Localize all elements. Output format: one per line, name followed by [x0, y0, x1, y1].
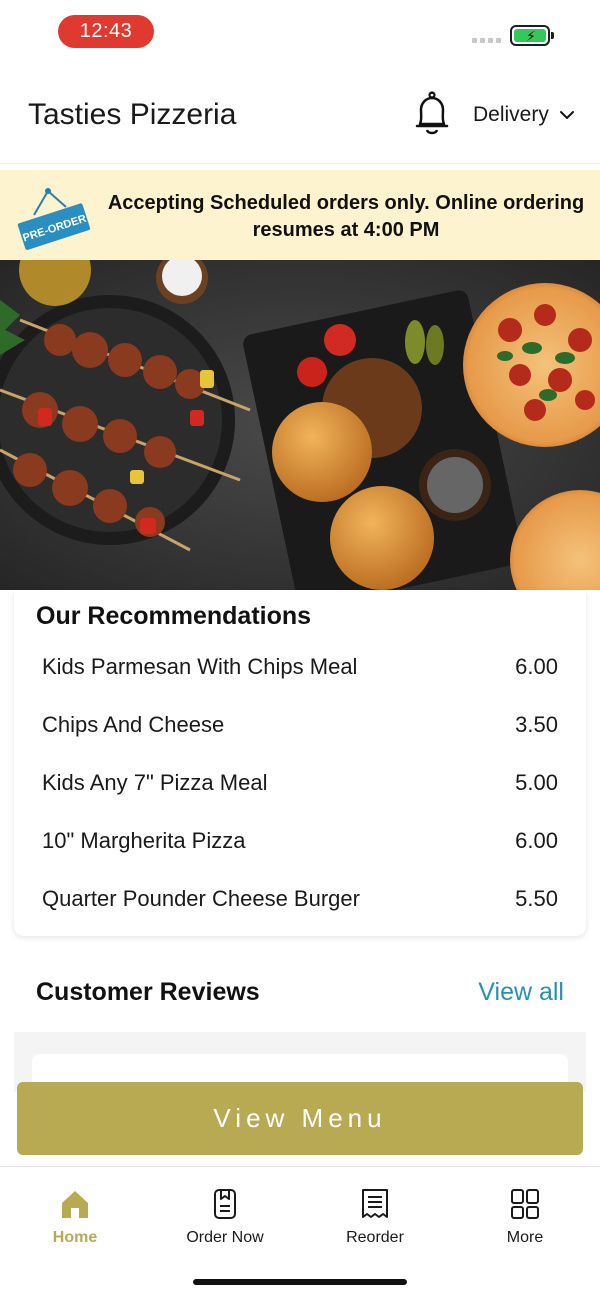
chevron-down-icon [559, 111, 574, 119]
item-name: Kids Parmesan With Chips Meal [42, 654, 358, 679]
tab-home[interactable]: Home [20, 1187, 130, 1247]
delivery-label: Delivery [473, 103, 549, 126]
banner-message: Accepting Scheduled orders only. Online … [107, 192, 585, 241]
delivery-selector[interactable]: Delivery [473, 103, 575, 127]
grid-icon [511, 1189, 539, 1219]
status-bar: 12:43 ⚡ [0, 0, 600, 64]
tab-reorder[interactable]: Reorder [320, 1187, 430, 1247]
item-price: 5.00 [515, 770, 558, 795]
home-icon [62, 1191, 88, 1218]
order-icon [214, 1189, 236, 1219]
app-header: Tasties Pizzeria Delivery [0, 64, 600, 164]
list-item[interactable]: Quarter Pounder Cheese Burger 5.50 [14, 870, 586, 928]
receipt-icon [362, 1189, 388, 1218]
bell-icon[interactable] [412, 90, 452, 140]
preorder-sign-icon: PRE-ORDER [17, 188, 91, 250]
item-price: 5.50 [515, 886, 558, 911]
tab-label: More [506, 1229, 544, 1246]
item-name: 10" Margherita Pizza [42, 828, 246, 853]
status-time: 12:43 [58, 15, 154, 48]
tab-label: Home [52, 1229, 98, 1246]
tab-label: Order Now [186, 1229, 264, 1246]
list-item[interactable]: 10" Margherita Pizza 6.00 [14, 812, 586, 870]
item-price: 6.00 [515, 654, 558, 679]
view-menu-button[interactable]: View Menu [17, 1082, 583, 1155]
customer-reviews-header: Customer Reviews View all [14, 952, 586, 1032]
tab-label: Reorder [346, 1229, 404, 1246]
list-item[interactable]: Kids Any 7" Pizza Meal 5.00 [14, 754, 586, 812]
signal-icon [472, 38, 501, 43]
list-item[interactable]: Chips And Cheese 3.50 [14, 696, 586, 754]
item-name: Quarter Pounder Cheese Burger [42, 886, 360, 911]
schedule-banner: PRE-ORDER Accepting Scheduled orders onl… [0, 170, 600, 260]
item-name: Kids Any 7" Pizza Meal [42, 770, 268, 795]
hero-food-image [0, 260, 600, 590]
reviews-title: Customer Reviews [36, 978, 260, 1006]
home-indicator [193, 1279, 407, 1285]
recommendations-title: Our Recommendations [36, 602, 312, 630]
item-price: 3.50 [515, 712, 558, 737]
recommendations-card: Our Recommendations Kids Parmesan With C… [14, 590, 586, 936]
battery-icon: ⚡ [510, 25, 554, 46]
item-price: 6.00 [515, 828, 558, 853]
view-all-link[interactable]: View all [478, 978, 564, 1007]
tab-more[interactable]: More [470, 1187, 580, 1247]
item-name: Chips And Cheese [42, 712, 225, 737]
list-item[interactable]: Kids Parmesan With Chips Meal 6.00 [14, 638, 586, 696]
recommendations-list: Kids Parmesan With Chips Meal 6.00 Chips… [14, 638, 586, 928]
restaurant-title: Tasties Pizzeria [28, 98, 237, 131]
tab-order-now[interactable]: Order Now [170, 1187, 280, 1247]
